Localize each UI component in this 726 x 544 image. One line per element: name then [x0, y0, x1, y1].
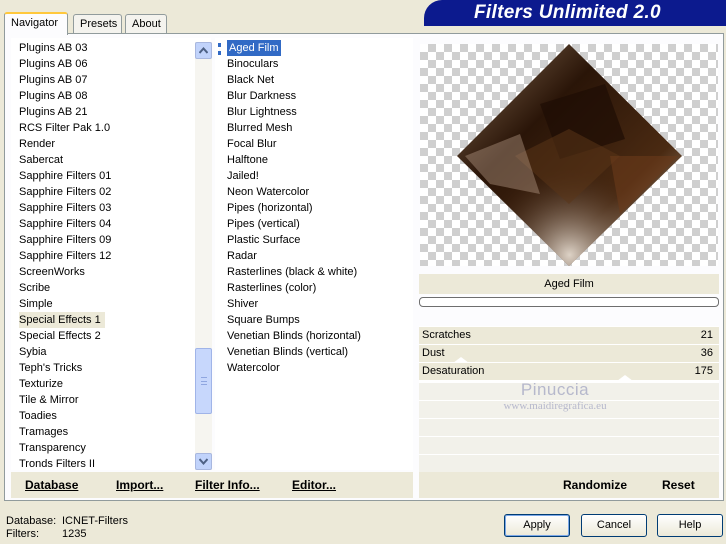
param-value: 175: [694, 365, 713, 377]
category-item[interactable]: Texturize: [19, 376, 63, 392]
slider-indicator: [617, 375, 633, 381]
filter-item[interactable]: Radar: [227, 248, 257, 264]
randomize-button[interactable]: Randomize: [563, 478, 627, 492]
category-item[interactable]: Scribe: [19, 280, 50, 296]
param-scratches-slider[interactable]: Scratches 21: [419, 326, 719, 344]
scroll-down-button[interactable]: [195, 453, 212, 470]
navigator-actions: Database Import... Filter Info... Editor…: [11, 472, 413, 498]
category-item[interactable]: Sapphire Filters 09: [19, 232, 111, 248]
apply-button[interactable]: Apply: [504, 514, 570, 537]
category-item[interactable]: Sapphire Filters 12: [19, 248, 111, 264]
category-item[interactable]: Sapphire Filters 03: [19, 200, 111, 216]
category-list[interactable]: Plugins AB 03 Plugins AB 06 Plugins AB 07 P…: [11, 38, 212, 472]
category-item[interactable]: Sabercat: [19, 152, 63, 168]
scroll-thumb[interactable]: [195, 348, 212, 414]
filters-label: Filters:: [6, 528, 39, 540]
param-value: 21: [700, 329, 713, 341]
category-item[interactable]: Plugins AB 21: [19, 104, 88, 120]
category-item[interactable]: Toadies: [19, 408, 57, 424]
help-button[interactable]: Help: [657, 514, 723, 537]
tab-about[interactable]: About: [125, 14, 167, 33]
param-empty-row: [419, 382, 719, 400]
editor-button[interactable]: Editor...: [292, 478, 336, 492]
category-item[interactable]: Transparency: [19, 440, 86, 456]
param-empty-row: [419, 454, 719, 472]
tab-presets[interactable]: Presets: [73, 14, 122, 33]
filter-item[interactable]: Aged Film: [227, 40, 281, 56]
category-item[interactable]: Plugins AB 06: [19, 56, 88, 72]
database-label: Database:: [6, 515, 57, 527]
param-empty-row: [419, 400, 719, 418]
filter-item[interactable]: Rasterlines (color): [227, 280, 316, 296]
cancel-button[interactable]: Cancel: [581, 514, 647, 537]
category-item[interactable]: Sapphire Filters 02: [19, 184, 111, 200]
scroll-up-button[interactable]: [195, 42, 212, 59]
progress-bar: [419, 297, 719, 307]
filter-item[interactable]: Halftone: [227, 152, 268, 168]
filter-item[interactable]: Venetian Blinds (horizontal): [227, 328, 361, 344]
filter-item[interactable]: Blur Lightness: [227, 104, 297, 120]
filter-item[interactable]: Pipes (vertical): [227, 216, 300, 232]
category-item[interactable]: Simple: [19, 296, 53, 312]
filter-item[interactable]: Venetian Blinds (vertical): [227, 344, 348, 360]
filter-preview: [420, 44, 718, 266]
category-item[interactable]: Special Effects 1: [19, 312, 105, 328]
current-filter-name: Aged Film: [419, 274, 719, 294]
filter-item[interactable]: Pipes (horizontal): [227, 200, 313, 216]
filter-item[interactable]: Plastic Surface: [227, 232, 300, 248]
param-label: Desaturation: [422, 365, 485, 377]
scroll-down-arrow-icon: [199, 458, 208, 465]
category-item[interactable]: Sapphire Filters 04: [19, 216, 111, 232]
filter-item[interactable]: Blur Darkness: [227, 88, 296, 104]
param-label: Scratches: [422, 329, 471, 341]
filter-item[interactable]: Rasterlines (black & white): [227, 264, 357, 280]
database-value: ICNET-Filters: [62, 515, 128, 527]
filter-item[interactable]: Shiver: [227, 296, 258, 312]
filter-list[interactable]: Aged Film Binoculars Black Net Blur Darknes…: [215, 38, 413, 470]
category-scrollbar[interactable]: [195, 42, 212, 470]
filter-item[interactable]: Focal Blur: [227, 136, 277, 152]
category-item[interactable]: Teph's Tricks: [19, 360, 82, 376]
param-dust-slider[interactable]: Dust 36: [419, 344, 719, 363]
filters-count: 1235: [62, 528, 87, 540]
filter-item[interactable]: Jailed!: [227, 168, 259, 184]
category-item[interactable]: Tramages: [19, 424, 68, 440]
category-item[interactable]: ScreenWorks: [19, 264, 85, 280]
category-item[interactable]: Special Effects 2: [19, 328, 101, 344]
app-title-banner: Filters Unlimited 2.0: [424, 0, 726, 26]
preview-image: [457, 44, 682, 266]
param-empty-row: [419, 436, 719, 454]
database-button[interactable]: Database: [25, 478, 78, 492]
param-label: Dust: [422, 347, 445, 359]
import-button[interactable]: Import...: [116, 478, 163, 492]
category-item[interactable]: Plugins AB 07: [19, 72, 88, 88]
category-item[interactable]: Render: [19, 136, 55, 152]
category-item[interactable]: Sybia: [19, 344, 47, 360]
list-marker-icon: [218, 43, 223, 55]
param-value: 36: [700, 347, 713, 359]
reset-button[interactable]: Reset: [662, 478, 695, 492]
scroll-up-arrow-icon: [199, 47, 208, 54]
category-item[interactable]: Tile & Mirror: [19, 392, 78, 408]
filter-item[interactable]: Black Net: [227, 72, 274, 88]
filter-info-button[interactable]: Filter Info...: [195, 478, 260, 492]
filter-item[interactable]: Binoculars: [227, 56, 278, 72]
param-empty-row: [419, 418, 719, 436]
category-item[interactable]: Plugins AB 08: [19, 88, 88, 104]
category-item[interactable]: Sapphire Filters 01: [19, 168, 111, 184]
param-desaturation-slider[interactable]: Desaturation 175: [419, 362, 719, 381]
filter-item[interactable]: Blurred Mesh: [227, 120, 292, 136]
category-item[interactable]: Tronds Filters II: [19, 456, 95, 472]
navigator-panel: Plugins AB 03 Plugins AB 06 Plugins AB 07 P…: [4, 33, 724, 501]
filter-item[interactable]: Neon Watercolor: [227, 184, 309, 200]
filter-item[interactable]: Watercolor: [227, 360, 280, 376]
filter-item[interactable]: Square Bumps: [227, 312, 300, 328]
category-item[interactable]: Plugins AB 03: [19, 40, 88, 56]
tab-navigator[interactable]: Navigator: [4, 12, 68, 35]
category-item[interactable]: RCS Filter Pak 1.0: [19, 120, 110, 136]
preview-actions: Randomize Reset: [419, 472, 719, 498]
